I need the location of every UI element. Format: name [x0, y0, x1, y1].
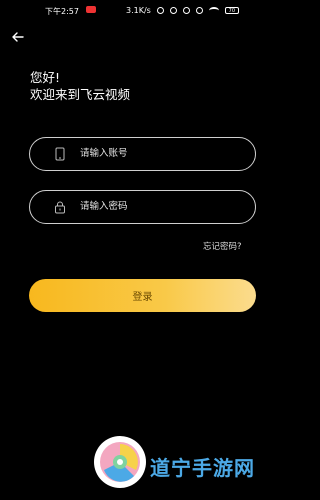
- forgot-password-link[interactable]: 忘记密码?: [203, 240, 242, 252]
- greeting-welcome: 欢迎来到飞云视频: [30, 87, 131, 102]
- vibrate-icon: [169, 7, 177, 14]
- login-screen: 下午2:57 3.1K/s 70 您好! 欢迎来到飞云视频 请输入账号 请输入密…: [0, 0, 285, 500]
- login-button[interactable]: 登录: [29, 279, 256, 312]
- network-speed: 3.1K/s: [126, 6, 151, 15]
- wifi-icon: [208, 7, 219, 14]
- back-arrow-icon[interactable]: [11, 30, 25, 44]
- notification-icon: [86, 6, 96, 13]
- greeting: 您好! 欢迎来到飞云视频: [30, 69, 130, 103]
- mute-icon: [182, 7, 190, 14]
- account-field[interactable]: 请输入账号: [29, 137, 256, 171]
- password-field[interactable]: 请输入密码: [29, 190, 256, 224]
- account-placeholder: 请输入账号: [80, 148, 128, 159]
- status-bar: 下午2:57 3.1K/s 70: [0, 0, 285, 20]
- status-indicators: 3.1K/s 70: [126, 6, 239, 15]
- lock-icon: [55, 201, 65, 214]
- alarm-icon: [195, 7, 203, 14]
- greeting-hello: 您好!: [30, 70, 61, 85]
- bluetooth-icon: [156, 7, 164, 14]
- watermark-text: 道宁手游网: [150, 456, 255, 480]
- password-placeholder: 请输入密码: [80, 201, 128, 212]
- phone-icon: [55, 147, 65, 161]
- watermark: 道宁手游网: [92, 434, 282, 496]
- status-time: 下午2:57: [45, 7, 79, 16]
- battery-icon: 70: [224, 7, 239, 14]
- watermark-logo: [94, 436, 146, 488]
